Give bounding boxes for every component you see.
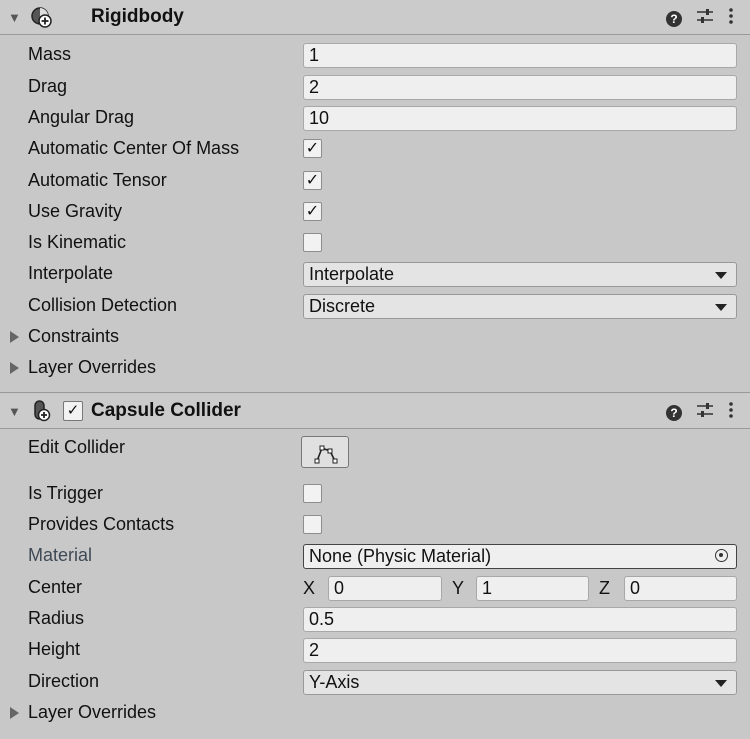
kebab-menu-icon[interactable] (728, 401, 734, 424)
direction-label: Direction (28, 671, 100, 691)
rigidbody-icon (30, 6, 52, 33)
mass-input[interactable]: 1 (303, 43, 737, 68)
object-picker-icon[interactable] (715, 549, 728, 562)
is-trigger-label: Is Trigger (28, 483, 104, 503)
auto-tensor-row: Automatic Tensor ✓ (0, 166, 750, 197)
is-kinematic-row: Is Kinematic (0, 228, 750, 259)
use-gravity-label: Use Gravity (28, 201, 123, 221)
presets-icon[interactable] (696, 8, 714, 29)
center-label: Center (28, 577, 83, 597)
help-icon[interactable]: ? (666, 404, 682, 421)
help-icon[interactable]: ? (666, 10, 682, 27)
presets-icon[interactable] (696, 402, 714, 423)
auto-tensor-label: Automatic Tensor (28, 170, 167, 190)
dropdown-arrow-icon (715, 304, 727, 311)
auto-com-row: Automatic Center Of Mass ✓ (0, 134, 750, 165)
center-row: Center X 0 Y 1 Z 0 (0, 573, 750, 604)
direction-value: Y-Axis (309, 672, 360, 692)
auto-com-checkbox[interactable]: ✓ (303, 139, 322, 158)
kebab-menu-icon[interactable] (728, 7, 734, 30)
is-kinematic-label: Is Kinematic (28, 232, 127, 252)
center-vector: X 0 Y 1 Z 0 (303, 576, 737, 601)
drag-label: Drag (28, 76, 68, 96)
center-x-input[interactable]: 0 (328, 576, 442, 601)
provides-contacts-row: Provides Contacts (0, 510, 750, 541)
interpolate-label: Interpolate (28, 263, 114, 283)
expand-triangle-icon[interactable] (10, 362, 19, 374)
use-gravity-checkbox[interactable]: ✓ (303, 202, 322, 221)
component-divider (0, 392, 750, 393)
drag-row: Drag 2 (0, 72, 750, 103)
is-trigger-row: Is Trigger (0, 479, 750, 510)
mass-label: Mass (28, 44, 72, 64)
radius-row: Radius 0.5 (0, 604, 750, 635)
interpolate-dropdown[interactable]: Interpolate (303, 262, 737, 287)
height-row: Height 2 (0, 635, 750, 666)
is-kinematic-checkbox[interactable] (303, 233, 322, 252)
auto-com-label: Automatic Center Of Mass (28, 138, 240, 158)
interpolate-value: Interpolate (309, 264, 395, 284)
center-z-input[interactable]: 0 (624, 576, 737, 601)
capsule-collider-header[interactable]: ▼ ✓ Capsule Collider ? (0, 394, 750, 429)
capsule-layer-overrides-label: Layer Overrides (28, 702, 157, 722)
center-x-axis-label[interactable]: X (303, 576, 315, 601)
rigidbody-title: Rigidbody (91, 6, 184, 27)
collision-detection-dropdown[interactable]: Discrete (303, 294, 737, 319)
expand-triangle-icon[interactable] (10, 707, 19, 719)
expand-triangle-icon[interactable] (10, 331, 19, 343)
angular-drag-input[interactable]: 10 (303, 106, 737, 131)
dropdown-arrow-icon (715, 680, 727, 687)
capsule-collider-icon (30, 400, 52, 427)
collapse-triangle-icon[interactable]: ▼ (8, 404, 21, 419)
angular-drag-row: Angular Drag 10 (0, 103, 750, 134)
height-input[interactable]: 2 (303, 638, 737, 663)
center-y-axis-label[interactable]: Y (452, 576, 464, 601)
angular-drag-label: Angular Drag (28, 107, 135, 127)
provides-contacts-label: Provides Contacts (28, 514, 175, 534)
direction-row: Direction Y-Axis (0, 667, 750, 698)
layer-overrides-label: Layer Overrides (28, 357, 157, 377)
collision-detection-label: Collision Detection (28, 295, 178, 315)
constraints-foldout[interactable]: Constraints (0, 322, 750, 353)
collision-detection-row: Collision Detection Discrete (0, 291, 750, 322)
center-y-input[interactable]: 1 (476, 576, 589, 601)
height-label: Height (28, 639, 81, 659)
direction-dropdown[interactable]: Y-Axis (303, 670, 737, 695)
rigidbody-header[interactable]: ▼ Rigidbody ? (0, 0, 750, 35)
inspector-panel: ▼ Rigidbody ? Mass 1 Drag 2 Angular Drag… (0, 0, 750, 739)
material-label: Material (28, 545, 93, 565)
constraints-label: Constraints (28, 326, 120, 346)
material-value: None (Physic Material) (309, 546, 492, 566)
edit-collider-row: Edit Collider (0, 433, 750, 473)
collapse-triangle-icon[interactable]: ▼ (8, 10, 21, 25)
collision-detection-value: Discrete (309, 296, 376, 316)
capsule-layer-overrides-foldout[interactable]: Layer Overrides (0, 698, 750, 729)
enable-checkbox[interactable]: ✓ (63, 401, 83, 421)
radius-label: Radius (28, 608, 85, 628)
material-object-field[interactable]: None (Physic Material) (303, 544, 737, 569)
provides-contacts-checkbox[interactable] (303, 515, 322, 534)
center-z-axis-label[interactable]: Z (599, 576, 610, 601)
drag-input[interactable]: 2 (303, 75, 737, 100)
edit-collider-button[interactable] (301, 436, 349, 468)
interpolate-row: Interpolate Interpolate (0, 259, 750, 290)
layer-overrides-foldout[interactable]: Layer Overrides (0, 353, 750, 384)
edit-collider-icon (314, 445, 338, 464)
radius-input[interactable]: 0.5 (303, 607, 737, 632)
edit-collider-label: Edit Collider (28, 437, 126, 457)
material-row: Material None (Physic Material) (0, 541, 750, 572)
dropdown-arrow-icon (715, 272, 727, 279)
is-trigger-checkbox[interactable] (303, 484, 322, 503)
auto-tensor-checkbox[interactable]: ✓ (303, 171, 322, 190)
mass-row: Mass 1 (0, 40, 750, 71)
capsule-collider-title: Capsule Collider (91, 400, 241, 421)
use-gravity-row: Use Gravity ✓ (0, 197, 750, 228)
